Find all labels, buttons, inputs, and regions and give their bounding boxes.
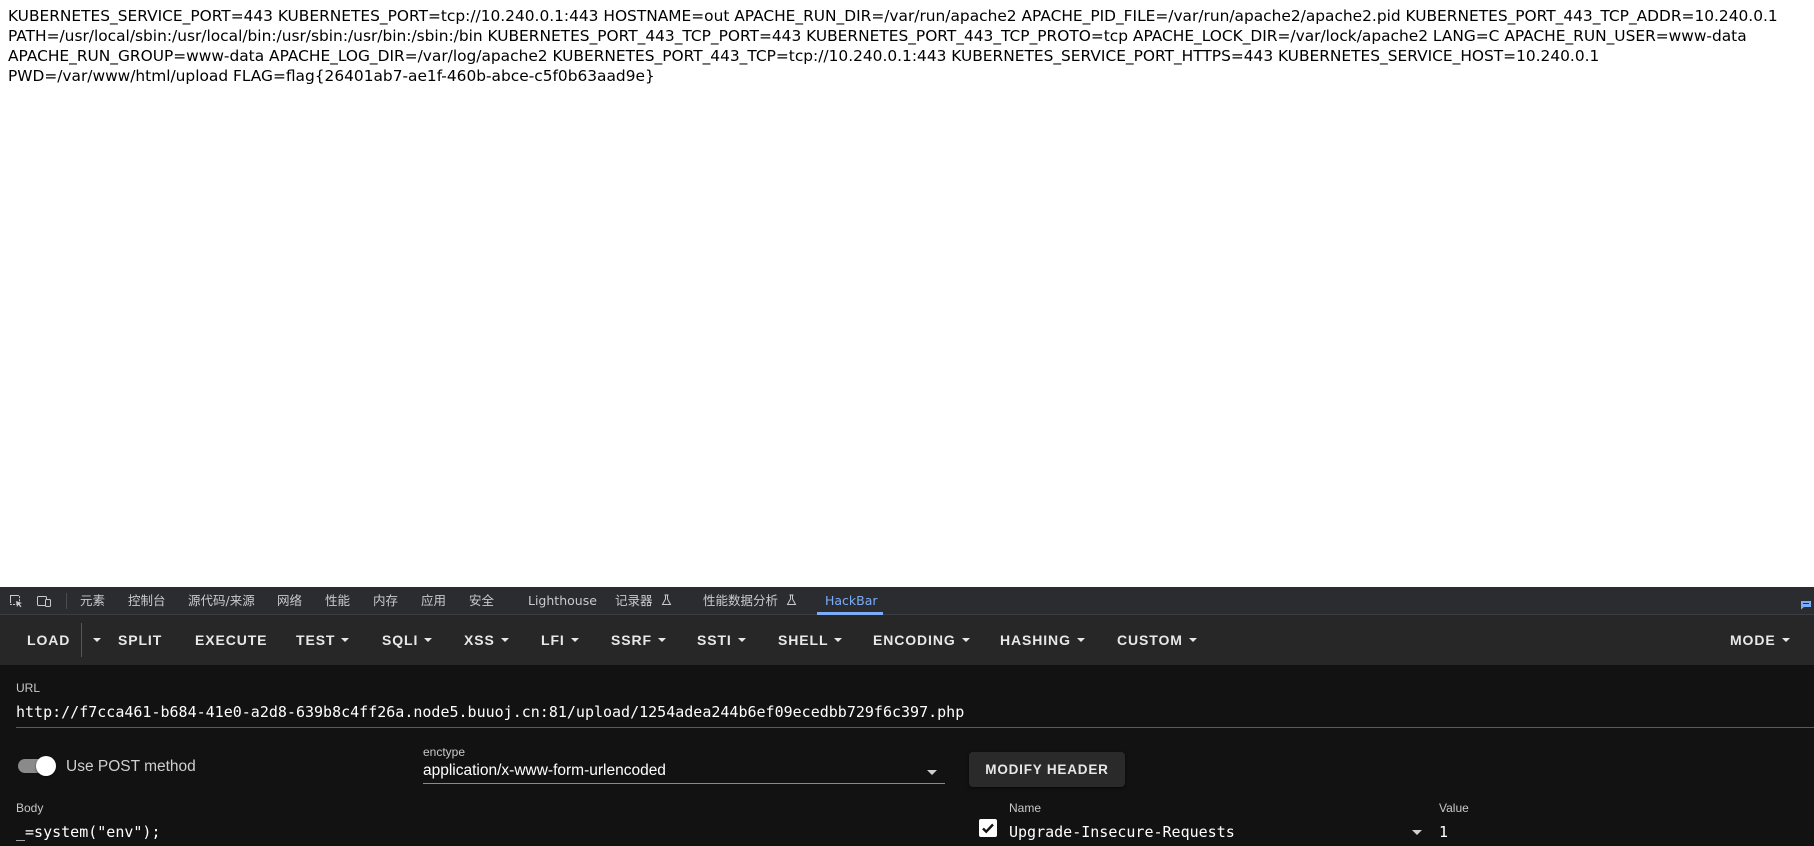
sqli-menu-label: SQLI <box>382 632 419 648</box>
ssti-menu-label: SSTI <box>697 632 732 648</box>
tab-performance[interactable]: 性能 <box>325 587 350 615</box>
tab-application[interactable]: 应用 <box>421 587 446 615</box>
mode-menu[interactable]: MODE <box>1730 615 1790 665</box>
chevron-down-icon <box>341 638 350 643</box>
tab-console[interactable]: 控制台 <box>128 587 166 615</box>
use-post-label: Use POST method <box>66 758 196 775</box>
header-value-input[interactable]: 1 <box>1439 823 1448 841</box>
check-icon <box>982 823 994 834</box>
chevron-down-icon[interactable] <box>93 638 101 642</box>
sqli-menu[interactable]: SQLI <box>382 615 433 665</box>
enctype-label: enctype <box>423 745 466 759</box>
ssrf-menu-label: SSRF <box>611 632 652 648</box>
modify-header-button[interactable]: MODIFY HEADER <box>969 752 1125 787</box>
chevron-down-icon <box>834 638 843 643</box>
hackbar-toolbar: LOAD SPLIT EXECUTE TEST SQLI XSS LFI SSR… <box>0 615 1814 665</box>
chevron-down-icon[interactable] <box>927 770 937 775</box>
test-menu-label: TEST <box>296 632 336 648</box>
shell-menu-label: SHELL <box>778 632 829 648</box>
split-button[interactable]: SPLIT <box>118 615 162 665</box>
tab-hackbar[interactable]: HackBar <box>825 587 878 615</box>
tab-lighthouse[interactable]: Lighthouse <box>528 587 597 615</box>
ssrf-menu[interactable]: SSRF <box>611 615 666 665</box>
tab-recorder-label: 记录器 <box>615 593 653 608</box>
tab-recorder[interactable]: 记录器 <box>615 587 672 615</box>
load-button[interactable]: LOAD <box>27 615 70 665</box>
chevron-down-icon <box>1076 638 1085 643</box>
enctype-underline <box>423 783 945 784</box>
devtools-tab-bar: 元素 控制台 源代码/来源 网络 性能 内存 应用 安全 Lighthouse … <box>0 587 1814 615</box>
chevron-down-icon <box>737 638 746 643</box>
message-icon[interactable] <box>1800 595 1812 610</box>
tab-network[interactable]: 网络 <box>277 587 302 615</box>
tab-performance-insights[interactable]: 性能数据分析 <box>703 587 797 615</box>
page-output-text: KUBERNETES_SERVICE_PORT=443 KUBERNETES_P… <box>8 7 1778 85</box>
custom-menu-label: CUSTOM <box>1117 632 1183 648</box>
chevron-down-icon <box>1781 638 1790 643</box>
shell-menu[interactable]: SHELL <box>778 615 843 665</box>
enctype-select[interactable]: application/x-www-form-urlencoded <box>423 762 666 780</box>
encoding-menu[interactable]: ENCODING <box>873 615 970 665</box>
flask-icon <box>786 594 797 605</box>
header-name-label: Name <box>1009 801 1042 815</box>
lfi-menu-label: LFI <box>541 632 565 648</box>
encoding-menu-label: ENCODING <box>873 632 956 648</box>
url-input-underline <box>16 727 1814 728</box>
chevron-down-icon <box>500 638 509 643</box>
mode-menu-label: MODE <box>1730 632 1776 648</box>
hashing-menu-label: HASHING <box>1000 632 1071 648</box>
body-label: Body <box>16 801 44 815</box>
header-enabled-checkbox[interactable] <box>979 819 997 837</box>
flask-icon <box>661 594 671 605</box>
tab-sources[interactable]: 源代码/来源 <box>188 587 255 615</box>
tab-performance-insights-label: 性能数据分析 <box>703 593 779 608</box>
url-label: URL <box>16 681 41 695</box>
tab-security[interactable]: 安全 <box>469 587 494 615</box>
tab-elements[interactable]: 元素 <box>80 587 105 615</box>
body-textarea[interactable]: _=system("env"); <box>16 823 161 841</box>
inspect-element-icon[interactable] <box>8 593 24 609</box>
lfi-menu[interactable]: LFI <box>541 615 579 665</box>
xss-menu[interactable]: XSS <box>464 615 509 665</box>
chevron-down-icon[interactable] <box>1412 830 1422 835</box>
device-toolbar-icon[interactable] <box>36 593 52 609</box>
tab-separator <box>66 593 67 609</box>
toggle-knob <box>36 756 56 776</box>
chevron-down-icon <box>424 638 433 643</box>
ssti-menu[interactable]: SSTI <box>697 615 746 665</box>
chevron-down-icon <box>961 638 970 643</box>
url-input[interactable]: http://f7cca461-b684-41e0-a2d8-639b8c4ff… <box>16 703 964 721</box>
load-divider <box>81 623 82 657</box>
xss-menu-label: XSS <box>464 632 495 648</box>
header-name-input[interactable]: Upgrade-Insecure-Requests <box>1009 823 1235 841</box>
test-menu[interactable]: TEST <box>296 615 350 665</box>
header-value-label: Value <box>1439 801 1469 815</box>
custom-menu[interactable]: CUSTOM <box>1117 615 1197 665</box>
chevron-down-icon <box>1188 638 1197 643</box>
hackbar-body <box>0 665 1814 846</box>
chevron-down-icon <box>570 638 579 643</box>
hashing-menu[interactable]: HASHING <box>1000 615 1085 665</box>
use-post-toggle[interactable] <box>18 756 56 776</box>
chevron-down-icon <box>657 638 666 643</box>
execute-button[interactable]: EXECUTE <box>195 615 267 665</box>
tab-memory[interactable]: 内存 <box>373 587 398 615</box>
